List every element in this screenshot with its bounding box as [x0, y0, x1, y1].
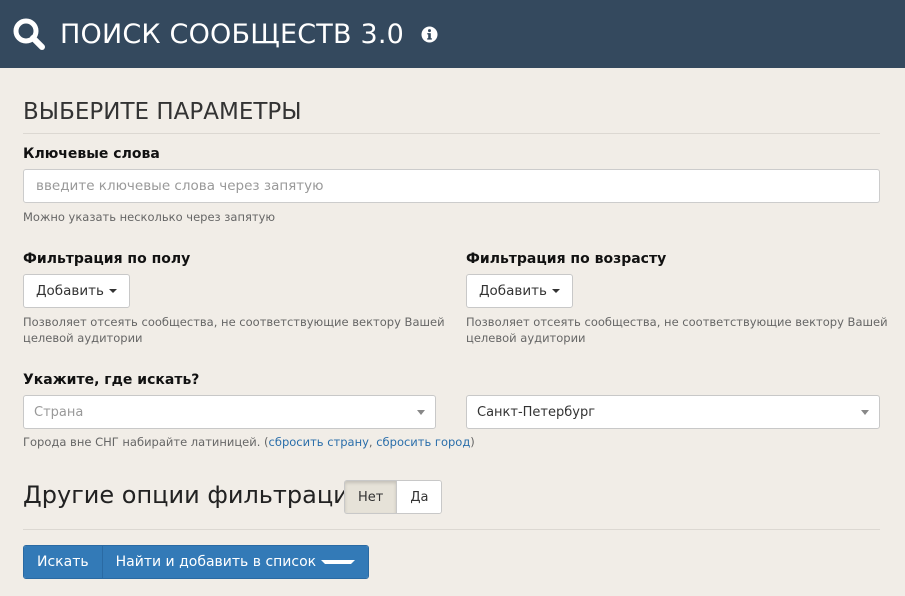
- gender-filter-help: Позволяет отсеять сообщества, не соответ…: [23, 314, 445, 346]
- other-options-toggle: Нет Да: [344, 480, 443, 514]
- gender-filter-label: Фильтрация по полу: [23, 251, 191, 267]
- keywords-help: Можно указать несколько через запятую: [23, 210, 276, 224]
- caret-down-icon: [108, 289, 117, 293]
- app-header: ПОИСК СООБЩЕСТВ 3.0: [0, 0, 905, 68]
- location-help: Города вне СНГ набирайте латиницей. (сбр…: [23, 434, 475, 450]
- location-label: Укажите, где искать?: [23, 372, 200, 388]
- search-button[interactable]: Искать: [24, 546, 103, 578]
- find-and-add-button[interactable]: Найти и добавить в список: [102, 546, 369, 578]
- caret-down-icon: [551, 289, 560, 293]
- info-icon[interactable]: [421, 26, 438, 43]
- country-select-placeholder: Страна: [34, 404, 84, 420]
- gender-help-line1: Позволяет отсеять сообщества, не соответ…: [23, 315, 445, 329]
- caret-down-icon: [321, 560, 356, 564]
- age-filter-help: Позволяет отсеять сообщества, не соответ…: [466, 314, 888, 346]
- location-help-prefix: Города вне СНГ набирайте латиницей. (: [23, 435, 269, 449]
- age-add-button-label: Добавить: [479, 283, 547, 299]
- section-title: ВЫБЕРИТЕ ПАРАМЕТРЫ: [23, 99, 302, 125]
- keywords-label: Ключевые слова: [23, 146, 160, 162]
- age-add-button[interactable]: Добавить: [466, 274, 573, 308]
- age-filter-label: Фильтрация по возрасту: [466, 251, 667, 267]
- keywords-input[interactable]: [23, 169, 880, 203]
- search-icon[interactable]: [12, 17, 46, 51]
- other-options-title: Другие опции фильтрации: [23, 481, 365, 509]
- toggle-yes-button[interactable]: Да: [397, 481, 442, 513]
- find-and-add-button-label: Найти и добавить в список: [115, 554, 317, 570]
- divider: [23, 133, 880, 134]
- app-title: ПОИСК СООБЩЕСТВ 3.0: [60, 18, 405, 50]
- reset-country-link[interactable]: сбросить страну: [269, 435, 369, 449]
- toggle-no-button[interactable]: Нет: [345, 481, 398, 513]
- city-select[interactable]: Санкт-Петербург: [466, 395, 880, 429]
- gender-add-button-label: Добавить: [36, 283, 104, 299]
- gender-add-button[interactable]: Добавить: [23, 274, 130, 308]
- chevron-down-icon: [417, 409, 425, 415]
- city-select-value: Санкт-Петербург: [477, 404, 596, 420]
- action-button-group: Искать Найти и добавить в список: [23, 545, 370, 579]
- country-select[interactable]: Страна: [23, 395, 436, 429]
- age-help-line2: целевой аудитории: [466, 331, 586, 345]
- age-help-line1: Позволяет отсеять сообщества, не соответ…: [466, 315, 888, 329]
- reset-city-link[interactable]: сбросить город: [376, 435, 470, 449]
- divider: [23, 529, 880, 530]
- location-help-suffix: ): [470, 435, 475, 449]
- gender-help-line2: целевой аудитории: [23, 331, 143, 345]
- chevron-down-icon: [861, 409, 869, 415]
